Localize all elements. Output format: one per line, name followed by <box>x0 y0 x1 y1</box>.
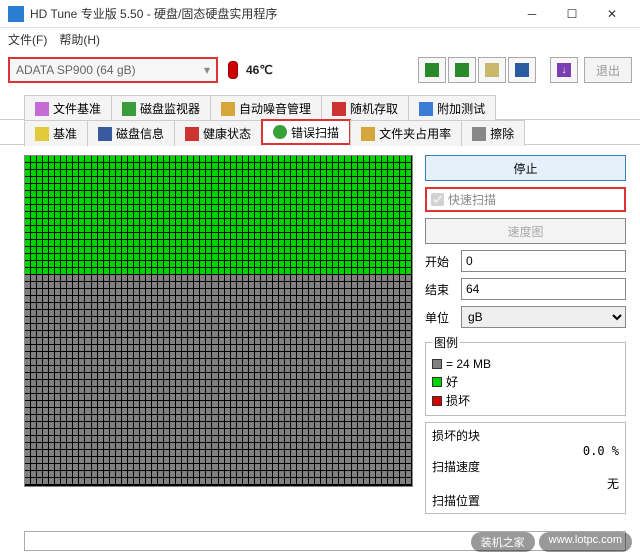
side-panel: 停止 快速扫描 速度图 开始 结束 单位gB 图例 = 24 MB 好 损坏 损… <box>425 155 626 514</box>
exit-button[interactable]: 退出 <box>584 57 632 83</box>
tab-disk-monitor[interactable]: 磁盘监视器 <box>111 95 211 121</box>
unit-label: 单位 <box>425 309 457 326</box>
bench-icon <box>35 127 49 141</box>
menubar: 文件(F) 帮助(H) <box>0 28 640 50</box>
watermark: 装机之家 www.lotpc.com <box>471 532 632 552</box>
copy-text-button[interactable] <box>418 57 446 83</box>
tab-benchmark[interactable]: 基准 <box>24 120 88 146</box>
tab-folder-usage[interactable]: 文件夹占用率 <box>350 120 462 146</box>
screenshot-button[interactable] <box>478 57 506 83</box>
menu-help[interactable]: 帮助(H) <box>59 31 100 48</box>
thermometer-icon <box>228 61 238 79</box>
menu-file[interactable]: 文件(F) <box>8 31 47 48</box>
random-icon <box>332 102 346 116</box>
tab-aam[interactable]: 自动噪音管理 <box>210 95 322 121</box>
drive-select-value: ADATA SP900 (64 gB) <box>16 63 136 77</box>
stop-button[interactable]: 停止 <box>425 155 626 181</box>
health-icon <box>185 127 199 141</box>
minimize-button[interactable]: ─ <box>512 2 552 26</box>
temperature-value: 46℃ <box>246 63 273 77</box>
legend-good-swatch <box>432 377 442 387</box>
chevron-down-icon: ▾ <box>204 63 210 77</box>
titlebar: HD Tune 专业版 5.50 - 硬盘/固态硬盘实用程序 ─ ☐ ✕ <box>0 0 640 28</box>
tab-file-benchmark[interactable]: 文件基准 <box>24 95 112 121</box>
copy-icon <box>455 63 469 77</box>
save-button[interactable] <box>508 57 536 83</box>
speaker-icon <box>221 102 235 116</box>
close-button[interactable]: ✕ <box>592 2 632 26</box>
speed-map-button[interactable]: 速度图 <box>425 218 626 244</box>
start-label: 开始 <box>425 253 457 270</box>
end-label: 结束 <box>425 281 457 298</box>
erase-icon <box>472 127 486 141</box>
tab-row-2: 基准 磁盘信息 健康状态 错误扫描 文件夹占用率 擦除 <box>0 119 640 145</box>
tab-row-1: 文件基准 磁盘监视器 自动噪音管理 随机存取 附加测试 <box>0 94 640 120</box>
legend-block-swatch <box>432 359 442 369</box>
scan-icon <box>273 125 287 139</box>
main-content: 停止 快速扫描 速度图 开始 结束 单位gB 图例 = 24 MB 好 损坏 损… <box>0 145 640 516</box>
window-title: HD Tune 专业版 5.50 - 硬盘/固态硬盘实用程序 <box>30 5 512 22</box>
quick-scan-checkbox[interactable] <box>431 193 444 206</box>
scan-speed-label: 扫描速度 <box>432 458 619 475</box>
tab-extra-tests[interactable]: 附加测试 <box>408 95 496 121</box>
maximize-button[interactable]: ☐ <box>552 2 592 26</box>
camera-icon <box>485 63 499 77</box>
copy-screenshot-button[interactable] <box>448 57 476 83</box>
stats-box: 损坏的块 0.0 % 扫描速度 无 扫描位置 <box>425 422 626 514</box>
drive-select[interactable]: ADATA SP900 (64 gB) ▾ <box>8 57 218 83</box>
start-input[interactable] <box>461 250 626 272</box>
scan-speed-value: 无 <box>432 475 619 492</box>
damaged-value: 0.0 % <box>432 444 619 458</box>
legend-bad-swatch <box>432 396 442 406</box>
tab-error-scan[interactable]: 错误扫描 <box>261 119 351 145</box>
end-input[interactable] <box>461 278 626 300</box>
save-icon <box>515 63 529 77</box>
tab-disk-info[interactable]: 磁盘信息 <box>87 120 175 146</box>
extra-icon <box>419 102 433 116</box>
quick-scan-row: 快速扫描 <box>425 187 626 212</box>
scan-grid <box>24 155 413 487</box>
damaged-label: 损坏的块 <box>432 427 619 444</box>
tab-random-access[interactable]: 随机存取 <box>321 95 409 121</box>
monitor-icon <box>122 102 136 116</box>
legend-title: 图例 <box>432 334 460 351</box>
app-icon <box>8 6 24 22</box>
scan-pos-label: 扫描位置 <box>432 492 619 509</box>
tab-erase[interactable]: 擦除 <box>461 120 525 146</box>
copy-icon <box>425 63 439 77</box>
down-arrow-icon: ↓ <box>557 63 571 77</box>
unit-select[interactable]: gB <box>461 306 626 328</box>
toolbar: ADATA SP900 (64 gB) ▾ 46℃ ↓ 退出 <box>0 50 640 90</box>
options-button[interactable]: ↓ <box>550 57 578 83</box>
quick-scan-label: 快速扫描 <box>448 191 496 208</box>
file-icon <box>35 102 49 116</box>
info-icon <box>98 127 112 141</box>
folder-icon <box>361 127 375 141</box>
tab-health[interactable]: 健康状态 <box>174 120 262 146</box>
legend-box: 图例 = 24 MB 好 损坏 <box>425 334 626 416</box>
